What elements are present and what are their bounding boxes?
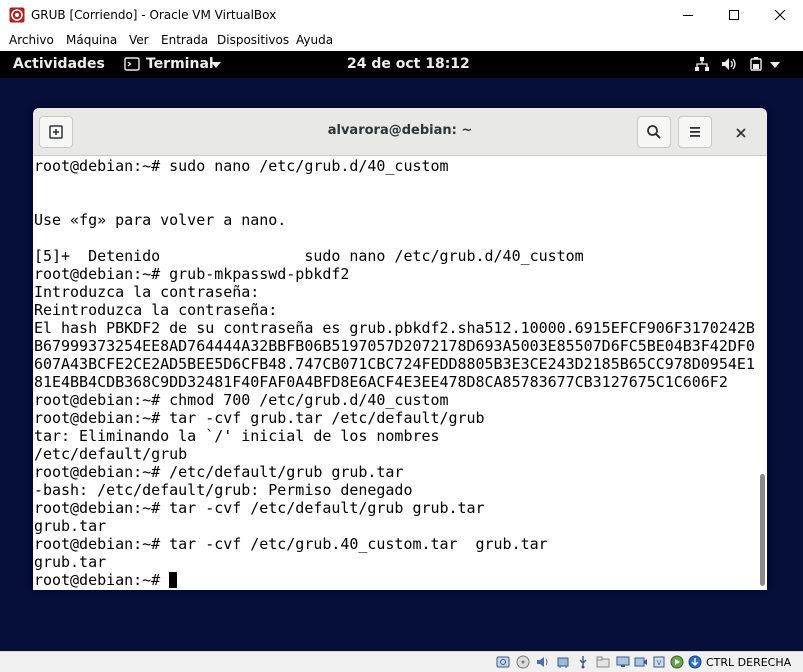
- terminal-header-bar[interactable]: alvarora@debian: ~: [33, 108, 767, 156]
- terminal-scrollbar[interactable]: [758, 156, 767, 590]
- gnome-top-bar: Actividades Terminal 24 de oct 18:12: [0, 51, 803, 78]
- host-status-bar: V CTRL DERECHA: [0, 651, 803, 672]
- minimize-button[interactable]: [665, 0, 711, 30]
- optical-drive-icon[interactable]: [516, 655, 530, 669]
- audio-icon[interactable]: [536, 655, 550, 669]
- keyboard-capture-icon[interactable]: [688, 655, 702, 669]
- cpu-icon[interactable]: V: [652, 655, 666, 669]
- terminal-line: [5]+ Detenido sudo nano /etc/grub.d/40_c…: [34, 247, 584, 265]
- terminal-line: tar: Eliminando la `/' inicial de los no…: [34, 427, 440, 445]
- video-capture-icon[interactable]: [634, 655, 648, 669]
- chevron-down-icon: [211, 62, 221, 68]
- usb-icon[interactable]: [576, 655, 590, 669]
- network-icon[interactable]: [694, 56, 710, 72]
- terminal-window[interactable]: alvarora@debian: ~ root@debian:~# sudo n…: [33, 108, 767, 590]
- network-adapter-icon[interactable]: [556, 655, 570, 669]
- shared-folders-icon[interactable]: [596, 655, 610, 669]
- terminal-line: root@debian:~# tar -cvf /etc/grub.40_cus…: [34, 535, 548, 553]
- hard-disk-icon[interactable]: [496, 655, 510, 669]
- hamburger-menu-button[interactable]: [678, 116, 712, 148]
- terminal-line: B67999373254EE8AD764444A32BBFB06B5197057…: [34, 337, 755, 355]
- search-icon: [647, 125, 661, 139]
- terminal-line: root@debian:~# chmod 700 /etc/grub.d/40_…: [34, 391, 449, 409]
- window-title: GRUB [Corriendo] - Oracle VM VirtualBox: [31, 8, 277, 22]
- terminal-prompt-line[interactable]: root@debian:~#: [34, 571, 755, 589]
- terminal-line: root@debian:~# tar -cvf grub.tar /etc/de…: [34, 409, 485, 427]
- terminal-app-icon: [124, 57, 140, 71]
- scrollbar-thumb[interactable]: [760, 474, 765, 586]
- terminal-line: root@debian:~# /etc/default/grub grub.ta…: [34, 463, 404, 481]
- terminal-line: root@debian:~# sudo nano /etc/grub.d/40_…: [34, 157, 449, 175]
- terminal-line: root@debian:~# grub-mkpasswd-pbkdf2: [34, 265, 350, 283]
- clock[interactable]: 24 de oct 18:12: [347, 56, 470, 72]
- volume-icon[interactable]: [721, 56, 737, 72]
- host-key-label: CTRL DERECHA: [706, 656, 792, 669]
- terminal-line: /etc/default/grub: [34, 445, 188, 463]
- hamburger-menu-icon: [690, 127, 700, 137]
- display-icon[interactable]: [616, 655, 630, 669]
- power-icon[interactable]: [749, 56, 765, 72]
- minimize-icon: [683, 15, 693, 16]
- maximize-button[interactable]: [711, 0, 757, 30]
- host-menu-bar: Archivo Máquina Ver Entrada Dispositivos…: [0, 30, 803, 51]
- text-cursor: [169, 572, 178, 588]
- menu-ayuda[interactable]: Ayuda: [296, 33, 333, 47]
- app-menu-terminal[interactable]: Terminal: [146, 56, 214, 72]
- svg-text:V: V: [657, 659, 662, 667]
- terminal-line: 607A43BCFE2CE2AD5BEE5D6CFB48.747CB071CBC…: [34, 355, 755, 373]
- terminal-prompt: root@debian:~#: [34, 571, 170, 589]
- menu-entrada[interactable]: Entrada: [161, 33, 208, 47]
- virtualbox-logo-icon: [9, 7, 25, 23]
- close-icon: [736, 128, 746, 138]
- guest-screen[interactable]: Actividades Terminal 24 de oct 18:12 alv…: [0, 51, 803, 651]
- menu-ver[interactable]: Ver: [129, 33, 149, 47]
- terminal-line: El hash PBKDF2 de su contraseña es grub.…: [34, 319, 755, 337]
- activities-button[interactable]: Actividades: [13, 56, 105, 72]
- terminal-line: grub.tar: [34, 517, 107, 535]
- system-menu-chevron-icon[interactable]: [770, 62, 780, 68]
- terminal-line: root@debian:~# tar -cvf /etc/default/gru…: [34, 499, 485, 517]
- terminal-line: Use «fg» para volver a nano.: [34, 211, 287, 229]
- mouse-integration-icon[interactable]: [670, 655, 684, 669]
- menu-maquina[interactable]: Máquina: [66, 33, 117, 47]
- terminal-text: root@debian:~# sudo nano /etc/grub.d/40_…: [34, 157, 755, 589]
- terminal-line: Introduzca la contraseña:: [34, 283, 260, 301]
- terminal-line: -bash: /etc/default/grub: Permiso denega…: [34, 481, 413, 499]
- menu-archivo[interactable]: Archivo: [9, 33, 54, 47]
- terminal-line: Reintroduzca la contraseña:: [34, 301, 278, 319]
- host-title-bar: GRUB [Corriendo] - Oracle VM VirtualBox: [0, 0, 803, 30]
- terminal-line: 81E4BB4CDB368C9DD32481F40FAF0A4BFD8E6ACF…: [34, 373, 728, 391]
- menu-dispositivos[interactable]: Dispositivos: [217, 33, 289, 47]
- close-icon: [774, 9, 786, 21]
- terminal-close-button[interactable]: [730, 122, 752, 144]
- terminal-line: grub.tar: [34, 553, 107, 571]
- maximize-icon: [729, 10, 739, 20]
- search-button[interactable]: [637, 116, 671, 148]
- close-window-button[interactable]: [757, 0, 803, 30]
- terminal-output[interactable]: root@debian:~# sudo nano /etc/grub.d/40_…: [33, 156, 767, 590]
